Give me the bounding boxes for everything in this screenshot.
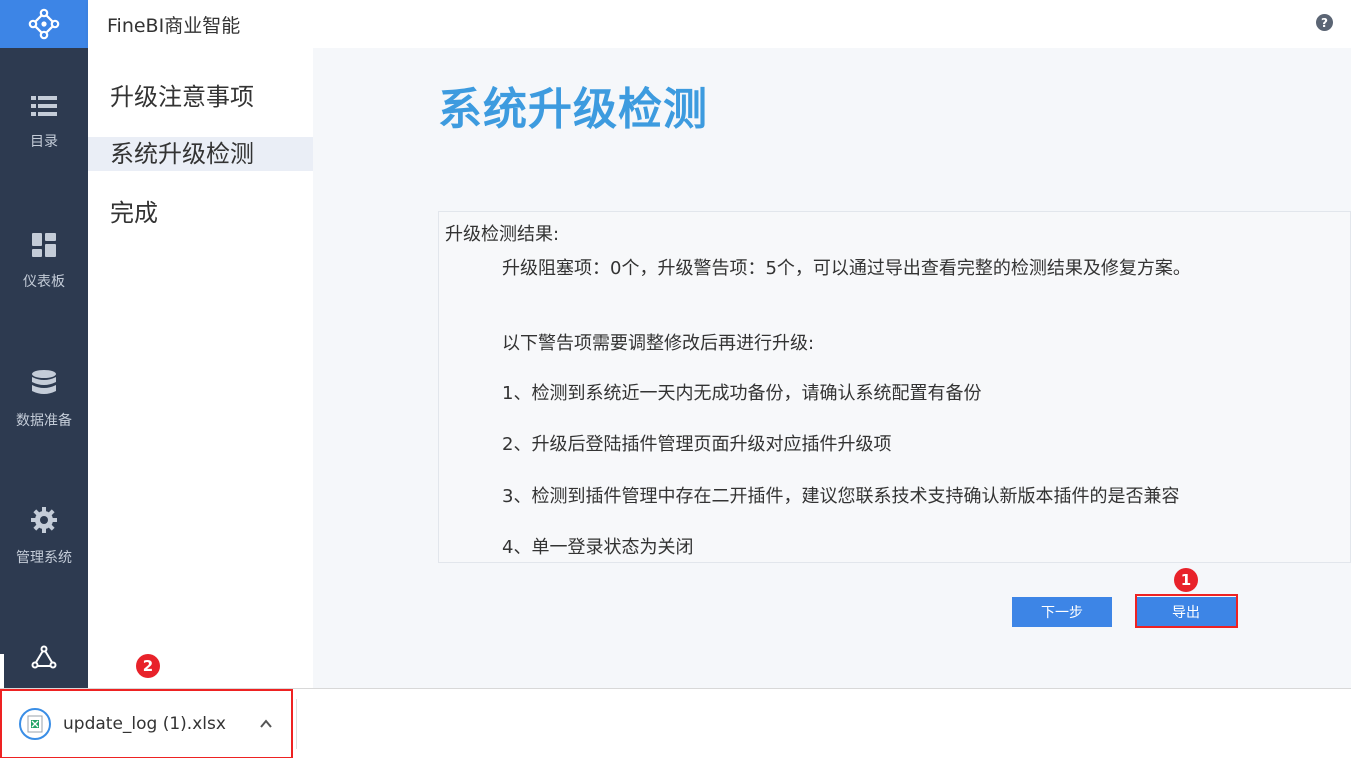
rail-active-indicator	[0, 654, 4, 688]
download-separator	[296, 699, 297, 749]
export-highlight-box	[1135, 594, 1238, 628]
warning-intro: 以下警告项需要调整修改后再进行升级:	[502, 333, 815, 354]
main-content: 系统升级检测 升级检测结果: 升级阻塞项：0个，升级警告项：5个，可以通过导出查…	[313, 48, 1351, 688]
rail-item-dashboard[interactable]: 仪表板	[0, 233, 88, 333]
rail-item-data-prep[interactable]: 数据准备	[0, 370, 88, 470]
check-result-box: 升级检测结果: 升级阻塞项：0个，升级警告项：5个，可以通过导出查看完整的检测结…	[438, 211, 1351, 563]
rail-label-management: 管理系统	[16, 550, 72, 566]
annotation-badge-1: 1	[1174, 568, 1198, 592]
rail-item-share[interactable]	[0, 645, 88, 685]
warning-item: 2、升级后登陆插件管理页面升级对应插件升级项	[502, 434, 892, 455]
download-filename: update_log (1).xlsx	[63, 714, 226, 734]
gear-icon	[31, 507, 57, 533]
page-title: 系统升级检测	[438, 84, 708, 135]
rail-item-management[interactable]: 管理系统	[0, 507, 88, 607]
database-icon	[32, 370, 56, 394]
upgrade-steps-panel: 升级注意事项 系统升级检测 完成	[88, 48, 313, 688]
warning-item: 4、单一登录状态为关闭	[502, 537, 694, 558]
download-item[interactable]: update_log (1).xlsx	[0, 689, 293, 758]
app-logo[interactable]	[0, 0, 88, 48]
top-header: FineBI商业智能 ?	[88, 0, 1351, 48]
left-nav-rail: 目录 仪表板 数据准备 管理系统	[0, 0, 88, 688]
rail-label-data-prep: 数据准备	[16, 413, 72, 429]
rail-item-catalog[interactable]: 目录	[0, 95, 88, 195]
step-upgrade-notes[interactable]: 升级注意事项	[88, 80, 313, 114]
annotation-badge-2: 2	[136, 654, 160, 678]
warning-item: 3、检测到插件管理中存在二开插件，建议您联系技术支持确认新版本插件的是否兼容	[502, 486, 1180, 507]
chevron-up-icon[interactable]	[259, 717, 273, 731]
warning-item: 1、检测到系统近一天内无成功备份，请确认系统配置有备份	[502, 383, 982, 404]
rail-label-dashboard: 仪表板	[23, 274, 65, 290]
result-summary: 升级阻塞项：0个，升级警告项：5个，可以通过导出查看完整的检测结果及修复方案。	[502, 258, 1191, 279]
share-nodes-icon	[31, 645, 57, 669]
step-complete[interactable]: 完成	[88, 196, 313, 230]
app-title: FineBI商业智能	[107, 14, 241, 37]
list-icon	[31, 96, 57, 116]
step-system-check[interactable]: 系统升级检测	[88, 137, 313, 171]
finebi-logo-icon	[28, 8, 60, 40]
dashboard-icon	[32, 233, 56, 257]
next-step-button[interactable]: 下一步	[1012, 597, 1112, 627]
excel-file-icon	[19, 708, 51, 740]
help-icon[interactable]: ?	[1316, 14, 1333, 31]
result-heading: 升级检测结果:	[445, 224, 560, 245]
download-bar: update_log (1).xlsx	[0, 688, 1351, 758]
rail-label-catalog: 目录	[30, 134, 58, 150]
